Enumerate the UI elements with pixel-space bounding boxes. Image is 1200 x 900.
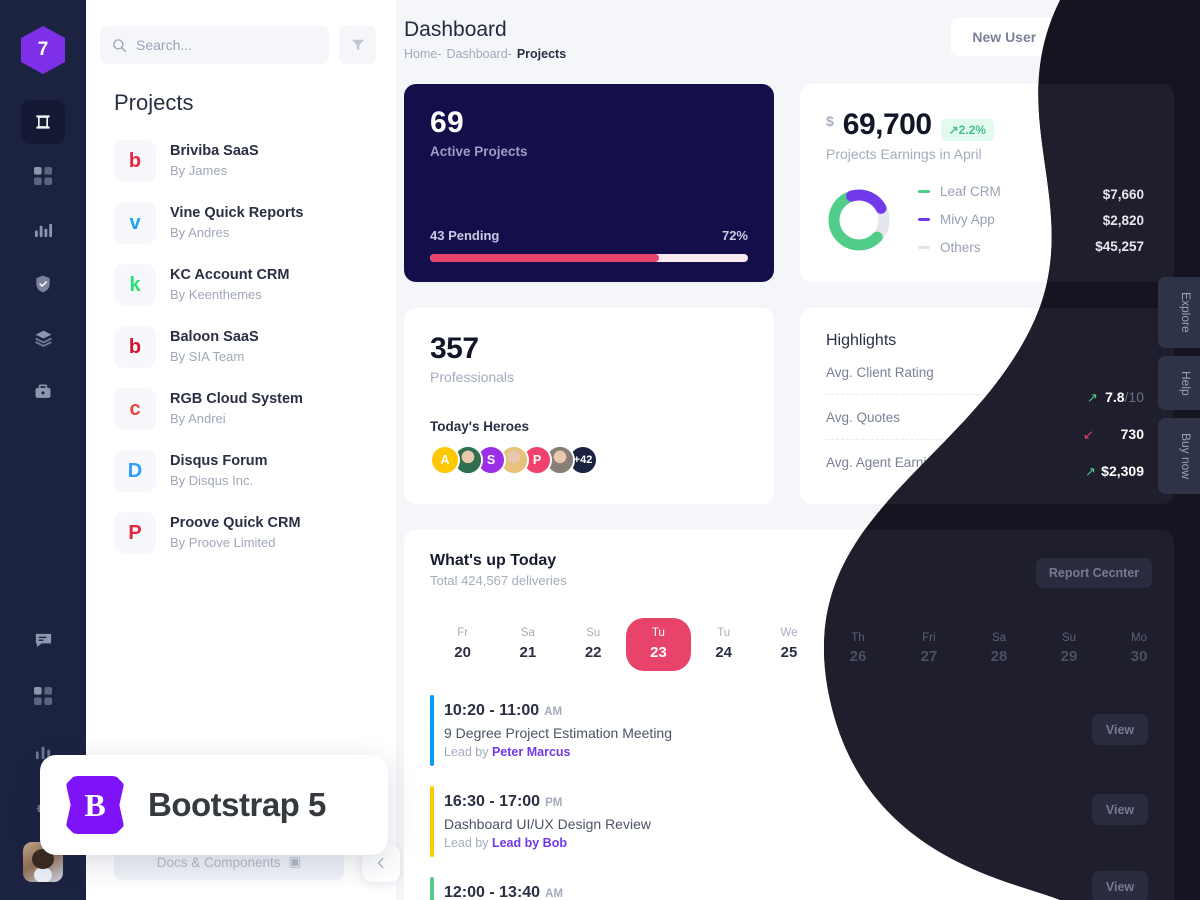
svg-text:27: 27: [921, 648, 938, 665]
side-tabs: Explore Help Buy now: [1158, 277, 1200, 495]
bootstrap-logo-icon: B: [66, 776, 124, 834]
svg-text:↙: ↙: [1083, 427, 1094, 442]
svg-text:7.8/10: 7.8/10: [1105, 389, 1144, 405]
promo-text: Bootstrap 5: [148, 786, 326, 823]
svg-text:$2,309: $2,309: [1101, 463, 1144, 479]
avatar[interactable]: A: [430, 445, 460, 475]
svg-text:View: View: [1106, 803, 1135, 817]
svg-text:$7,660: $7,660: [1103, 187, 1144, 202]
promo-badge: B Bootstrap 5: [40, 755, 388, 855]
svg-text:↗: ↗: [1087, 390, 1098, 405]
svg-text:730: 730: [1121, 426, 1145, 442]
svg-text:Fri: Fri: [922, 632, 935, 644]
side-tab-buy-now[interactable]: Buy now: [1158, 418, 1200, 495]
svg-text:26: 26: [850, 648, 867, 665]
svg-text:29: 29: [1061, 648, 1078, 665]
svg-text:28: 28: [991, 648, 1008, 665]
svg-text:View: View: [1106, 880, 1135, 894]
side-tab-help[interactable]: Help: [1158, 355, 1200, 411]
svg-text:↗: ↗: [1085, 464, 1096, 479]
side-tab-explore[interactable]: Explore: [1158, 277, 1200, 348]
svg-text:30: 30: [1131, 648, 1148, 665]
svg-text:Sa: Sa: [992, 632, 1007, 644]
svg-text:Report Cecnter: Report Cecnter: [1049, 566, 1139, 580]
svg-text:$45,257: $45,257: [1095, 239, 1144, 254]
svg-text:Su: Su: [1062, 632, 1076, 644]
svg-text:View: View: [1106, 723, 1135, 737]
svg-text:$2,820: $2,820: [1103, 213, 1144, 228]
svg-text:Mo: Mo: [1131, 632, 1147, 644]
svg-text:Th: Th: [851, 632, 864, 644]
